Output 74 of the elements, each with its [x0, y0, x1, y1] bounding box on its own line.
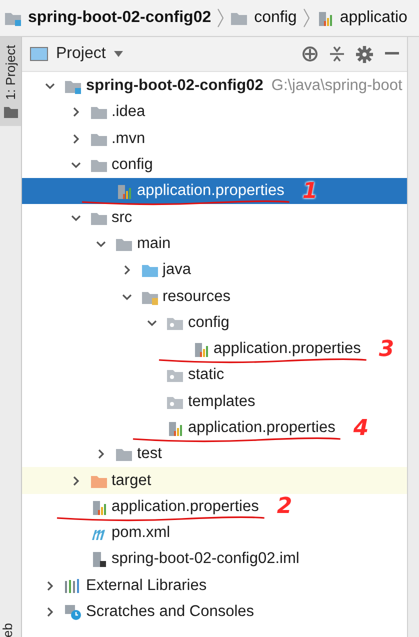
module-folder-icon: [64, 78, 82, 94]
annotation-number: 2: [276, 494, 292, 520]
collapse-all-icon[interactable]: [330, 46, 344, 62]
settings-icon[interactable]: [356, 46, 373, 62]
tree-item[interactable]: resources: [22, 283, 407, 310]
tree-item[interactable]: application.properties 4: [22, 414, 407, 442]
module-path: G:\java\spring-boot: [271, 77, 402, 96]
breadcrumb[interactable]: config: [254, 9, 297, 27]
folder-icon: [140, 262, 158, 278]
properties-file-icon: [115, 183, 133, 200]
tree-item[interactable]: target: [22, 467, 407, 494]
project-tool-tab[interactable]: 1: Project: [0, 37, 21, 126]
minimize-icon[interactable]: [385, 52, 399, 56]
scratches-icon: [64, 604, 82, 620]
folder-icon: [115, 446, 133, 462]
item-label: config: [112, 156, 153, 174]
tool-tab[interactable]: eb: [0, 622, 21, 637]
item-label: pom.xml: [112, 524, 170, 542]
breadcrumb[interactable]: spring-boot-02-config02: [28, 9, 212, 27]
item-label: static: [188, 366, 224, 384]
tree-item[interactable]: templates: [22, 388, 407, 415]
item-label: main: [137, 234, 171, 253]
package-folder-icon: [166, 367, 184, 384]
annotation-number: 3: [378, 336, 394, 362]
tree-item[interactable]: .idea: [22, 99, 407, 126]
tree-item[interactable]: test: [22, 441, 407, 468]
properties-file-icon: [166, 420, 184, 436]
item-label: .idea: [112, 103, 146, 122]
item-label: java: [162, 261, 191, 280]
locate-icon[interactable]: [302, 46, 318, 62]
item-label: config: [188, 314, 230, 332]
item-label: resources: [162, 288, 231, 306]
tree-item[interactable]: application.properties 3: [22, 336, 407, 362]
module-folder-icon: [4, 10, 22, 26]
separator-icon: [302, 8, 310, 28]
tree-item[interactable]: config: [22, 152, 407, 178]
folder-icon: [4, 106, 18, 118]
item-label: application.properties: [112, 498, 259, 516]
annotation-number: 4: [353, 416, 369, 440]
item-label: src: [112, 208, 132, 227]
window-icon: [30, 47, 48, 61]
tree-item[interactable]: application.properties 2: [22, 494, 407, 520]
libraries-icon: [64, 578, 82, 594]
item-label: application.properties: [137, 182, 284, 200]
dropdown-caret-icon[interactable]: [114, 51, 123, 57]
tree-item[interactable]: pom.xml: [22, 520, 407, 546]
folder-icon: [230, 10, 248, 26]
folder-icon: [90, 157, 108, 174]
item-label: application.properties: [214, 340, 361, 358]
folder-icon: [90, 104, 108, 120]
tree-item[interactable]: static: [22, 362, 407, 389]
item-label: templates: [188, 392, 256, 411]
item-label: spring-boot-02-config02: [86, 77, 264, 96]
item-label: .mvn: [112, 130, 146, 148]
tree-item[interactable]: .mvn: [22, 126, 407, 152]
tree-item[interactable]: src: [22, 204, 407, 231]
item-label: application.properties: [188, 419, 336, 437]
item-label: spring-boot-02-config02.iml: [112, 550, 300, 568]
item-label: target: [112, 472, 152, 490]
tree-item[interactable]: config: [22, 310, 407, 336]
item-label: test: [137, 445, 162, 464]
tree-item[interactable]: spring-boot-02-config02.iml: [22, 546, 407, 573]
item-label: External Libraries: [86, 576, 207, 595]
tree-item[interactable]: External Libraries: [22, 572, 407, 599]
breadcrumb[interactable]: applicatio: [340, 9, 408, 27]
annotation-number: 1: [302, 178, 318, 204]
tree-item[interactable]: main: [22, 230, 407, 258]
separator-icon: [217, 8, 224, 28]
item-label: Scratches and Consoles: [86, 603, 254, 622]
tree-item[interactable]: java: [22, 257, 407, 284]
tree-item[interactable]: spring-boot-02-config02 G:\java\spring-boot: [22, 73, 407, 100]
tree-item[interactable]: Scratches and Consoles: [22, 598, 407, 626]
tree-item[interactable]: application.properties 1: [22, 178, 407, 204]
panel-title[interactable]: Project: [56, 45, 106, 63]
